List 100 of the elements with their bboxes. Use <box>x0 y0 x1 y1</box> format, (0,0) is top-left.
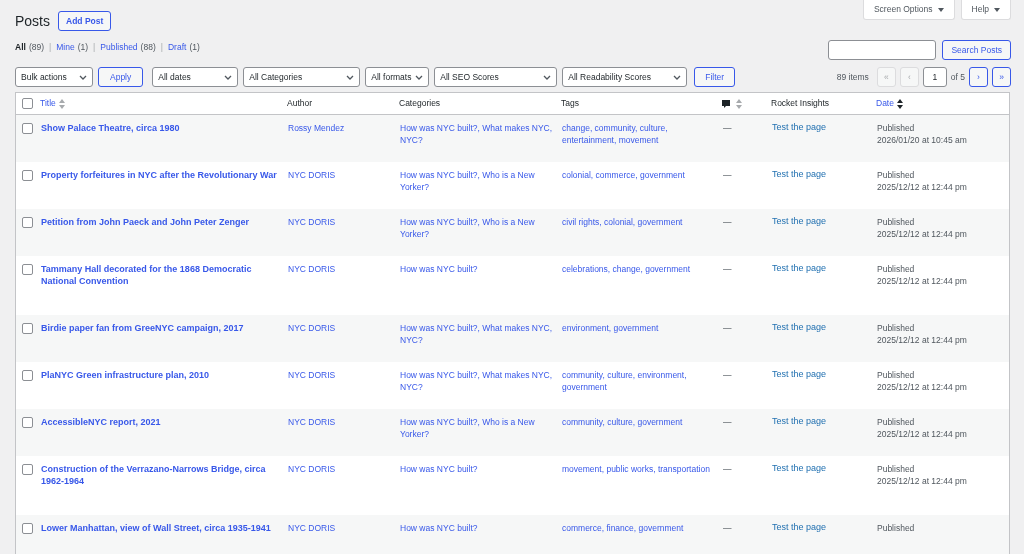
post-date: 2025/12/12 at 12:44 pm <box>877 428 968 440</box>
tag-links[interactable]: movement, public works, transportation <box>562 463 715 475</box>
test-page-link[interactable]: Test the page <box>772 463 827 473</box>
author-link[interactable]: Rossy Mendez <box>288 123 345 133</box>
no-comments-dash: — <box>723 217 732 227</box>
test-page-link[interactable]: Test the page <box>772 369 827 379</box>
category-links[interactable]: How was NYC built?, Who is a New Yorker? <box>400 216 554 240</box>
help-button[interactable]: Help <box>960 0 1011 20</box>
checkbox[interactable] <box>22 323 33 334</box>
checkbox[interactable] <box>22 123 33 134</box>
category-links[interactable]: How was NYC built?, What makes NYC, NYC? <box>400 322 554 346</box>
post-title-link[interactable]: PlaNYC Green infrastructure plan, 2010 <box>41 369 278 381</box>
post-title-link[interactable]: Show Palace Theatre, circa 1980 <box>41 122 278 134</box>
author-link[interactable]: NYC DORIS <box>288 170 336 180</box>
test-page-link[interactable]: Test the page <box>772 169 827 179</box>
post-title-link[interactable]: Petition from John Paeck and John Peter Zenger <box>41 216 278 228</box>
no-comments-dash: — <box>723 523 732 533</box>
apply-button[interactable]: Apply <box>98 67 144 87</box>
view-link[interactable]: All <box>15 41 26 54</box>
dropdown[interactable]: Bulk actions <box>15 67 93 87</box>
test-page-link[interactable]: Test the page <box>772 322 827 332</box>
category-links[interactable]: How was NYC built? <box>400 463 554 475</box>
post-date: 2025/12/12 at 12:44 pm <box>877 275 968 287</box>
tag-links[interactable]: change, community, culture, entertainment, movement <box>562 122 715 146</box>
chevron-down-icon <box>543 74 552 80</box>
column-header[interactable]: Date <box>876 97 903 110</box>
separator: | <box>160 41 163 54</box>
no-comments-dash: — <box>723 123 732 133</box>
author-link[interactable]: NYC DORIS <box>288 323 336 333</box>
view-link[interactable]: Draft <box>167 41 187 54</box>
view-count: (1) <box>77 41 89 54</box>
test-page-link[interactable]: Test the page <box>772 122 827 132</box>
last-page-button[interactable]: » <box>992 67 1011 87</box>
page-number-field[interactable]: 1 <box>922 67 947 87</box>
chevron-down-icon <box>224 74 233 80</box>
author-link[interactable]: NYC DORIS <box>288 523 336 533</box>
checkbox[interactable] <box>22 170 33 181</box>
next-page-button[interactable]: › <box>969 67 988 87</box>
no-comments-dash: — <box>723 464 732 474</box>
no-comments-dash: — <box>723 170 732 180</box>
author-link[interactable]: NYC DORIS <box>288 370 336 380</box>
dropdown[interactable]: All Categories <box>243 67 361 87</box>
post-title-link[interactable]: Construction of the Verrazano-Narrows Bridge, circa 1962-1964 <box>41 463 278 487</box>
view-link[interactable]: Mine <box>56 41 75 54</box>
dropdown[interactable]: All dates <box>152 67 239 87</box>
tag-links[interactable]: civil rights, colonial, government <box>562 216 715 228</box>
checkbox[interactable] <box>22 523 33 534</box>
tag-links[interactable]: commerce, finance, government <box>562 522 715 534</box>
post-title-link[interactable]: Lower Manhattan, view of Wall Street, circa 1935-1941 <box>41 522 278 534</box>
post-status: Published <box>877 416 916 428</box>
author-link[interactable]: NYC DORIS <box>288 264 336 274</box>
screen-options-button[interactable]: Screen Options <box>862 0 955 20</box>
sort-arrows-icon <box>58 98 65 109</box>
category-links[interactable]: How was NYC built?, Who is a New Yorker? <box>400 416 554 440</box>
chevron-down-icon <box>346 74 355 80</box>
tag-links[interactable]: colonial, commerce, government <box>562 169 715 181</box>
test-page-link[interactable]: Test the page <box>772 416 827 426</box>
checkbox[interactable] <box>22 370 33 381</box>
add-post-button[interactable]: Add Post <box>58 11 112 31</box>
page-title: Posts <box>15 12 50 31</box>
test-page-link[interactable]: Test the page <box>772 216 827 226</box>
no-comments-dash: — <box>723 264 732 274</box>
checkbox[interactable] <box>22 98 33 109</box>
author-link[interactable]: NYC DORIS <box>288 217 336 227</box>
column-header: Author <box>287 97 313 110</box>
post-title-link[interactable]: AccessibleNYC report, 2021 <box>41 416 278 428</box>
category-links[interactable]: How was NYC built? <box>400 263 554 275</box>
search-posts-button[interactable]: Search Posts <box>942 40 1011 60</box>
dropdown[interactable]: All formats <box>365 67 430 87</box>
post-title-link[interactable]: Birdie paper fan from GreeNYC campaign, 2017 <box>41 322 278 334</box>
tag-links[interactable]: community, culture, government <box>562 416 715 428</box>
category-links[interactable]: How was NYC built?, Who is a New Yorker? <box>400 169 554 193</box>
checkbox[interactable] <box>22 417 33 428</box>
filter-button[interactable]: Filter <box>694 67 736 87</box>
view-link[interactable]: Published <box>100 41 138 54</box>
checkbox[interactable] <box>22 217 33 228</box>
search-field[interactable] <box>828 40 937 60</box>
post-status: Published <box>877 122 916 134</box>
tag-links[interactable]: celebrations, change, government <box>562 263 715 275</box>
checkbox[interactable] <box>22 264 33 275</box>
tag-links[interactable]: environment, government <box>562 322 715 334</box>
sort-arrows-icon <box>896 98 903 109</box>
post-date: 2025/12/12 at 12:44 pm <box>877 334 968 346</box>
test-page-link[interactable]: Test the page <box>772 522 827 532</box>
post-title-link[interactable]: Property forfeitures in NYC after the Revolutionary War <box>41 169 278 181</box>
category-links[interactable]: How was NYC built?, What makes NYC, NYC? <box>400 122 554 146</box>
no-comments-dash: — <box>723 370 732 380</box>
caret-icon <box>937 7 944 12</box>
test-page-link[interactable]: Test the page <box>772 263 827 273</box>
dropdown[interactable]: All Readability Scores <box>562 67 688 87</box>
author-link[interactable]: NYC DORIS <box>288 464 336 474</box>
category-links[interactable]: How was NYC built? <box>400 522 554 534</box>
tag-links[interactable]: community, culture, environment, government <box>562 369 715 393</box>
dropdown[interactable]: All SEO Scores <box>434 67 558 87</box>
page-total: of 5 <box>950 70 965 84</box>
category-links[interactable]: How was NYC built?, What makes NYC, NYC? <box>400 369 554 393</box>
author-link[interactable]: NYC DORIS <box>288 417 336 427</box>
column-header[interactable]: Title <box>40 97 65 110</box>
post-title-link[interactable]: Tammany Hall decorated for the 1868 Democratic National Convention <box>41 263 278 287</box>
checkbox[interactable] <box>22 464 33 475</box>
